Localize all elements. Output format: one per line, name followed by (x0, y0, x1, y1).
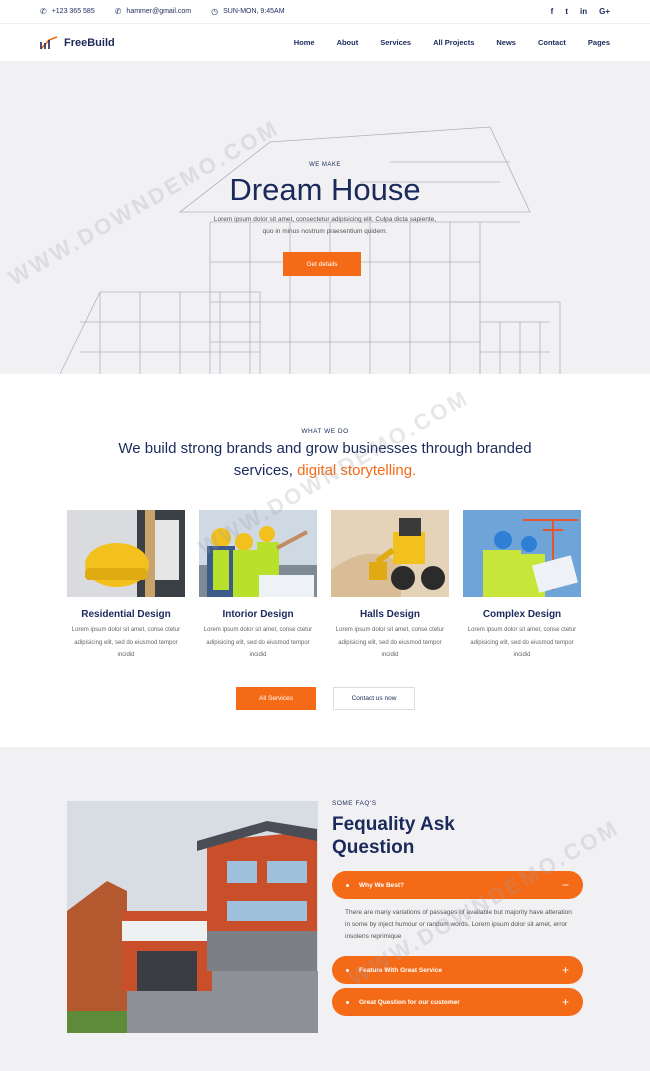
services-headline: We build strong brands and grow business… (100, 438, 550, 482)
collapse-icon[interactable]: − (562, 878, 569, 892)
expand-icon[interactable]: + (562, 963, 569, 977)
service-text: Lorem ipsum dolor sit amet, conse ctetur… (335, 627, 445, 658)
service-text: Lorem ipsum dolor sit amet, conse ctetur… (71, 627, 181, 658)
phone-icon: ✆ (40, 7, 47, 16)
faq-section: SOME FAQ'S Fequality Ask Question Why We… (0, 747, 650, 1071)
top-info-bar: ✆ +123 365 585 ✆ hammer@gmail.com ◷ SUN-MON… (0, 0, 650, 24)
nav-item-services[interactable]: Services (380, 38, 411, 47)
service-text: Lorem ipsum dolor sit amet, conse ctetur… (467, 627, 577, 658)
service-title: Intorior Design (222, 609, 294, 620)
hours-info: ◷ SUN-MON, 9:45AM (211, 7, 284, 16)
service-card-halls[interactable]: Halls Design Lorem ipsum dolor sit amet,… (331, 510, 449, 662)
get-details-button[interactable]: Get details (283, 252, 361, 276)
faq-question: Great Question for our customer (359, 998, 460, 1006)
faq-eyebrow: SOME FAQ'S (332, 800, 377, 807)
service-card-interior[interactable]: Intorior Design Lorem ipsum dolor sit am… (199, 510, 317, 662)
faq-item-why-we-best[interactable]: Why We Best? − (332, 871, 583, 899)
service-text: Lorem ipsum dolor sit amet, conse ctetur… (203, 627, 313, 658)
brand-name: FreeBuild (64, 36, 115, 49)
brand-logo[interactable]: FreeBuild (40, 35, 115, 50)
faq-answer: There are many variations of passages of… (345, 909, 572, 940)
social-links: f t in G+ (551, 7, 610, 16)
linkedin-icon[interactable]: in (580, 7, 587, 16)
nav-menu: Home About Services All Projects News Co… (294, 38, 610, 47)
faq-title: Fequality Ask Question (332, 814, 455, 858)
hard-hat-image (67, 510, 185, 597)
facebook-icon[interactable]: f (551, 7, 554, 16)
bullet-icon (346, 883, 349, 887)
phone-text: +123 365 585 (51, 8, 95, 15)
services-section: WHAT WE DO We build strong brands and gr… (0, 374, 650, 747)
nav-item-all-projects[interactable]: All Projects (433, 38, 474, 47)
service-card-complex[interactable]: Complex Design Lorem ipsum dolor sit ame… (463, 510, 581, 662)
hero-section: WE MAKE Dream House Lorem ipsum dolor si… (0, 62, 650, 374)
nav-item-contact[interactable]: Contact (538, 38, 566, 47)
workers-blueprint-image (199, 510, 317, 597)
google-plus-icon[interactable]: G+ (599, 7, 610, 16)
hours-text: SUN-MON, 9:45AM (223, 8, 285, 15)
nav-item-pages[interactable]: Pages (588, 38, 610, 47)
main-navbar: FreeBuild Home About Services All Projec… (0, 24, 650, 62)
faq-question: Why We Best? (359, 881, 405, 889)
services-eyebrow: WHAT WE DO (301, 428, 349, 435)
expand-icon[interactable]: + (562, 995, 569, 1009)
logo-icon (40, 35, 58, 50)
faq-question: Feature With Great Service (359, 966, 443, 974)
headline-accent: digital storytelling. (297, 462, 417, 479)
faq-item-feature-service[interactable]: Feature With Great Service + (332, 956, 583, 984)
email-text: hammer@gmail.com (126, 8, 192, 15)
all-services-button[interactable]: All Services (236, 687, 316, 710)
contact-us-button[interactable]: Contact us now (333, 687, 415, 710)
service-title: Complex Design (482, 609, 562, 620)
nav-item-about[interactable]: About (337, 38, 359, 47)
clock-icon: ◷ (211, 7, 219, 16)
faq-item-great-question[interactable]: Great Question for our customer + (332, 988, 583, 1016)
service-title: Halls Design (359, 609, 421, 620)
service-card-residential[interactable]: Residential Design Lorem ipsum dolor sit… (67, 510, 185, 662)
nav-item-home[interactable]: Home (294, 38, 315, 47)
building-sketch-illustration (60, 126, 561, 374)
bullet-icon (346, 968, 349, 972)
nav-item-news[interactable]: News (496, 38, 516, 47)
modern-house-image (67, 801, 318, 1033)
hero-eyebrow: WE MAKE (309, 162, 341, 168)
phone-info[interactable]: ✆ +123 365 585 (40, 7, 95, 16)
hero-description: Lorem ipsum dolor sit amet, consectetur … (213, 216, 437, 235)
service-title: Residential Design (81, 609, 171, 620)
email-info[interactable]: ✆ hammer@gmail.com (115, 7, 191, 16)
excavator-image (331, 510, 449, 597)
bullet-icon (346, 1000, 349, 1004)
engineers-crane-image (463, 510, 581, 597)
hero-title: Dream House (229, 172, 421, 207)
twitter-icon[interactable]: t (565, 7, 568, 16)
email-icon: ✆ (114, 7, 122, 16)
